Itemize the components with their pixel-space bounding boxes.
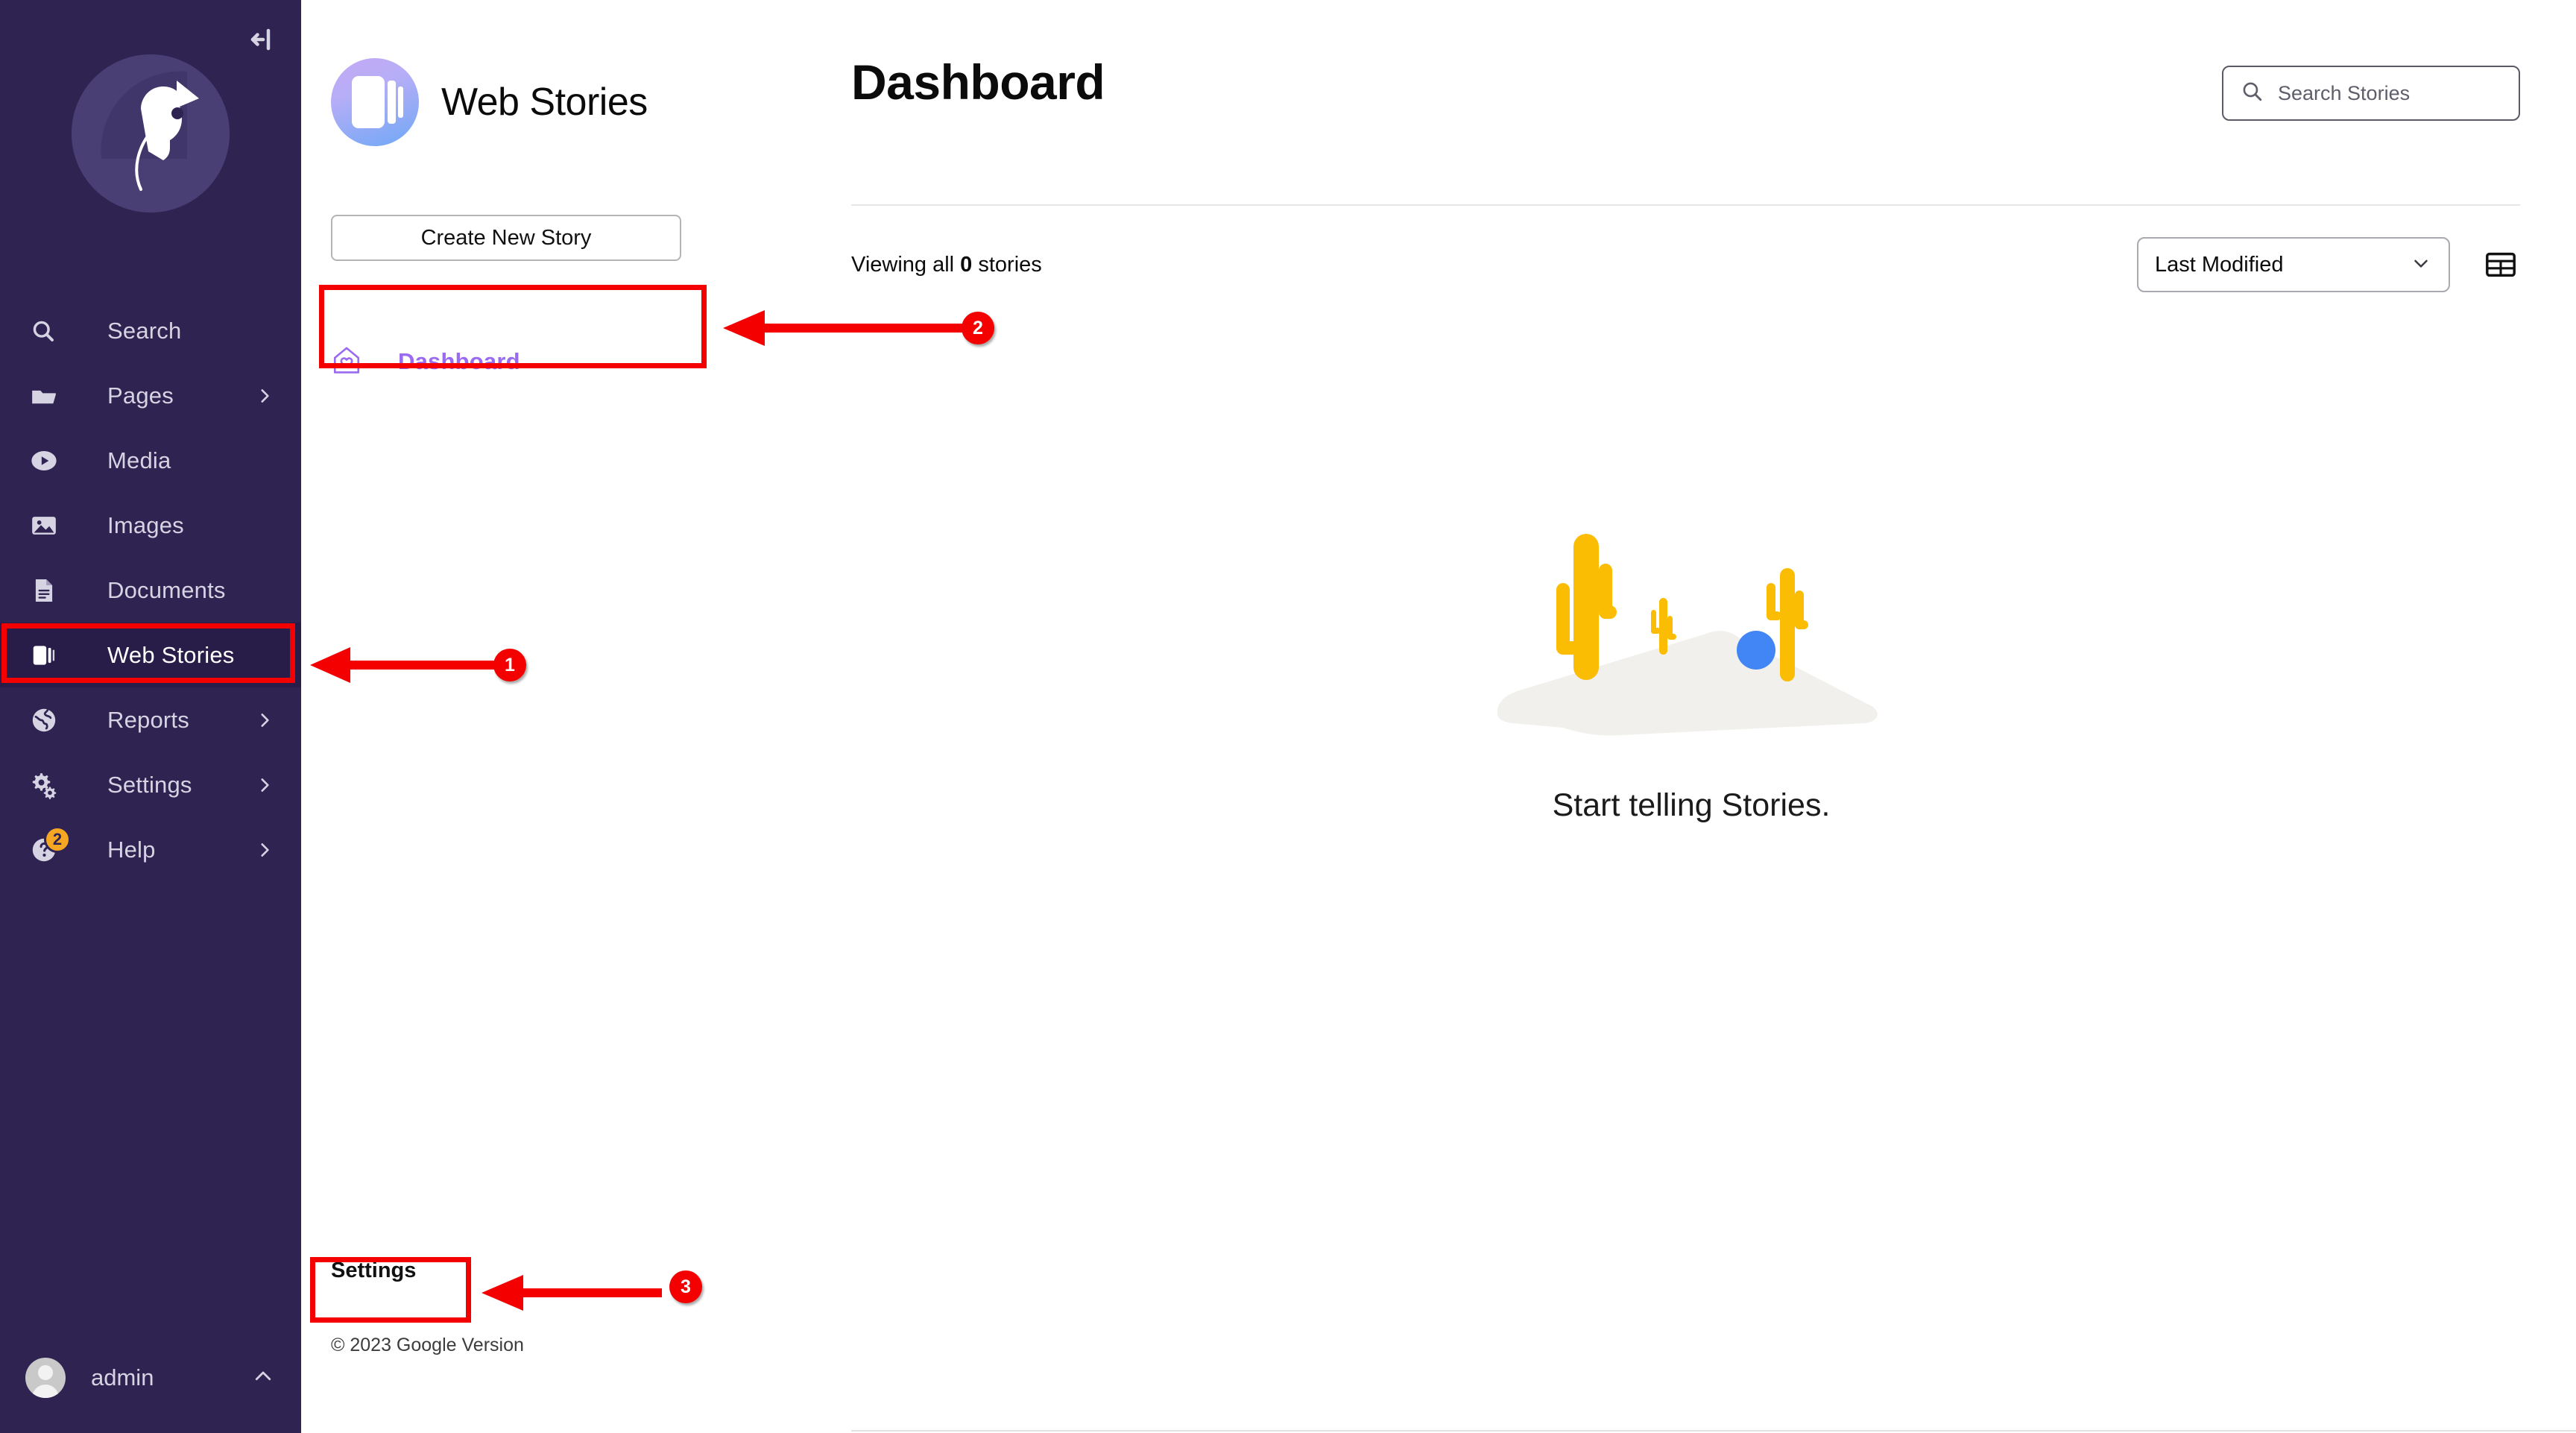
viewing-suffix: stories [972,252,1042,277]
page-title: Dashboard [851,54,1105,110]
desert-cactus-illustration [1483,522,1900,738]
chevron-right-icon [255,711,274,730]
chevron-down-icon [2410,252,2432,278]
sidebar-item-reports[interactable]: Reports [0,687,301,752]
web-stories-brand: Web Stories [301,0,806,146]
sidebar-item-label: Reports [107,706,189,733]
dashboard-content: Dashboard Search Stories Viewing all 0 s… [806,0,2576,1433]
sort-dropdown[interactable]: Last Modified [2137,237,2450,292]
sidebar-item-pages[interactable]: Pages [0,363,301,428]
web-stories-logo-icon [331,58,419,146]
viewing-prefix: Viewing all [851,252,961,277]
web-stories-sidebar: Web Stories Create New Story Dashboard S… [301,0,806,1433]
sidebar-nav: Search Pages Media Images Documents Web … [0,298,301,882]
sidebar-item-media[interactable]: Media [0,428,301,493]
web-stories-icon [30,641,70,670]
empty-state-message: Start telling Stories. [1552,787,1831,823]
empty-state: Start telling Stories. [806,522,2576,824]
sidebar-item-label: Settings [107,771,192,798]
collapse-left-icon [250,28,271,51]
chevron-up-icon [252,1365,274,1391]
avatar [25,1358,66,1398]
sidebar-user-menu[interactable]: admin [0,1345,301,1411]
app-content: Web Stories Create New Story Dashboard S… [301,0,2576,1433]
create-story-area: Create New Story [301,215,806,261]
sidebar: Search Pages Media Images Documents Web … [0,0,301,1433]
sidebar-item-label: Web Stories [107,641,235,668]
screen-root: Search Pages Media Images Documents Web … [0,0,2576,1433]
home-heart-icon [331,344,362,379]
list-view-icon[interactable] [2481,245,2520,284]
question-circle-icon: 2 [30,825,71,864]
sidebar-item-search[interactable]: Search [0,298,301,363]
bottom-divider [851,1430,2576,1432]
plugin-copyright: © 2023 Google Version [331,1335,524,1355]
sidebar-item-documents[interactable]: Documents [0,558,301,623]
sidebar-item-label: Help [107,836,156,863]
sidebar-item-web-stories[interactable]: Web Stories [0,623,301,687]
sidebar-item-label: Documents [107,576,226,603]
sidebar-item-settings[interactable]: Settings [0,752,301,817]
viewing-count-text: Viewing all 0 stories [851,253,1042,277]
dashboard-header: Dashboard Search Stories [806,0,2576,149]
create-new-story-button[interactable]: Create New Story [331,215,681,261]
dashboard-toolbar: Viewing all 0 stories Last Modified [851,224,2520,306]
document-icon [30,576,70,605]
sidebar-item-label: Search [107,317,182,344]
user-name: admin [91,1364,154,1391]
sidebar-item-label: Media [107,447,171,473]
search-icon [30,318,70,344]
ws-nav-item-dashboard[interactable]: Dashboard [331,336,806,388]
search-icon [2240,79,2264,107]
annotation-number-2: 2 [962,312,994,344]
sidebar-item-label: Images [107,511,184,538]
chevron-right-icon [255,386,274,406]
gears-icon [30,771,70,799]
globe-icon [30,706,70,734]
sidebar-item-label: Pages [107,382,174,409]
web-stories-title: Web Stories [441,81,648,124]
web-stories-nav: Dashboard [301,336,806,388]
folder-icon [30,382,70,410]
image-icon [30,511,70,540]
annotation-number-1: 1 [493,649,526,681]
viewing-count: 0 [960,252,973,277]
ws-nav-item-label: Dashboard [398,348,520,374]
annotation-number-3: 3 [669,1270,702,1303]
sidebar-collapse-button[interactable] [246,22,280,57]
chevron-right-icon [255,775,274,795]
play-circle-icon [30,447,70,475]
plugin-settings-link[interactable]: Settings [331,1259,416,1283]
help-badge: 2 [44,825,71,853]
sidebar-item-images[interactable]: Images [0,493,301,558]
sidebar-item-help[interactable]: 2 Help [0,817,301,882]
bird-logo-icon [68,51,233,216]
search-stories-input[interactable]: Search Stories [2222,66,2520,121]
chevron-right-icon [255,840,274,860]
search-placeholder: Search Stories [2278,81,2411,104]
sort-value: Last Modified [2155,252,2284,277]
header-divider [851,204,2520,206]
